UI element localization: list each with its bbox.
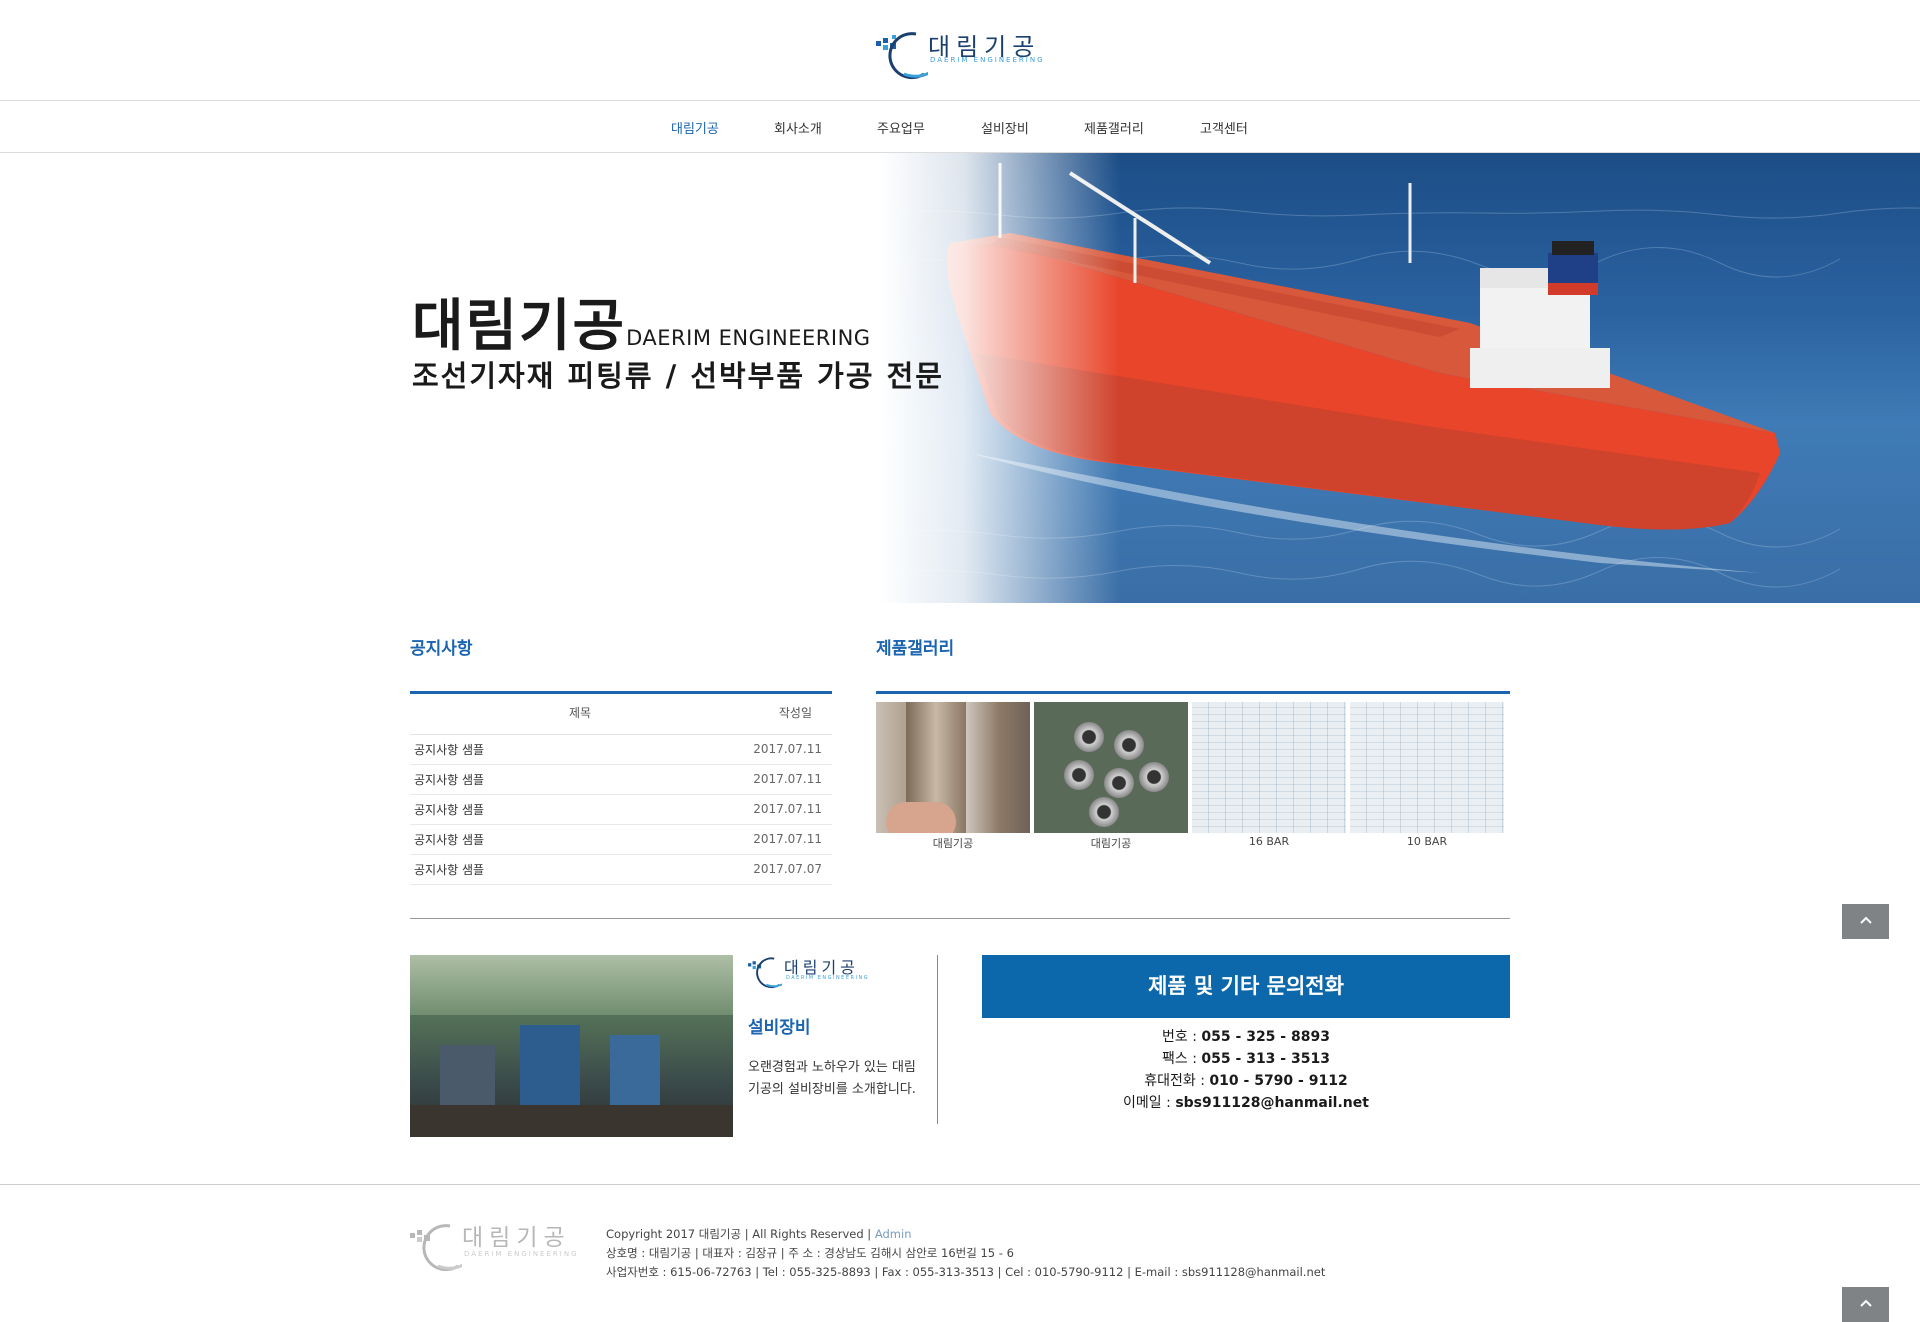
hero-subtitle: 조선기자재 피팅류 / 선박부품 가공 전문: [412, 359, 944, 393]
notice-row-date: 2017.07.11: [750, 794, 832, 825]
footer-copyright-line: Copyright 2017 대림기공 | All Rights Reserve…: [606, 1225, 1325, 1244]
gallery-item[interactable]: 대림기공: [876, 702, 1030, 851]
section-divider: [410, 918, 1510, 919]
contact-label: 이메일 :: [1123, 1095, 1176, 1111]
notice-row-date: 2017.07.07: [750, 854, 832, 885]
facility-logo-subtext: DAERIM ENGINEERING: [786, 975, 870, 981]
logo-mark-icon: [748, 957, 782, 989]
notice-row-date: 2017.07.11: [750, 824, 832, 855]
notice-title[interactable]: 공지사항: [410, 634, 473, 659]
table-row[interactable]: 공지사항 샘플 2017.07.07: [410, 854, 832, 885]
gallery-caption: 대림기공: [932, 837, 974, 850]
contact-info: 번호 : 055 - 325 - 8893 팩스 : 055 - 313 - 3…: [982, 1026, 1510, 1114]
contact-value: 055 - 313 - 3513: [1201, 1051, 1330, 1067]
main-nav: 대림기공 회사소개 주요업무 설비장비 제품갤러리 고객센터: [0, 101, 1920, 153]
gallery-item[interactable]: 16 BAR: [1192, 702, 1346, 848]
footer-copyright: Copyright 2017 대림기공 | All Rights Reserve…: [606, 1227, 875, 1241]
notice-col-title: 제목: [410, 692, 750, 735]
contact-phone: 번호 : 055 - 325 - 8893: [982, 1026, 1510, 1048]
notice-row-title[interactable]: 공지사항 샘플: [410, 824, 750, 855]
contact-value[interactable]: sbs911128@hanmail.net: [1175, 1095, 1369, 1111]
table-row[interactable]: 공지사항 샘플 2017.07.11: [410, 794, 832, 825]
logo-mark-icon: [410, 1224, 462, 1272]
gallery-image[interactable]: [1350, 702, 1504, 833]
gallery-caption: 대림기공: [1090, 837, 1132, 850]
gallery-caption: 10 BAR: [1406, 835, 1448, 848]
nav-item-support[interactable]: 고객센터: [1200, 118, 1248, 137]
nav-item-company[interactable]: 회사소개: [774, 118, 822, 137]
chevron-up-icon: [1859, 916, 1872, 924]
gallery-image[interactable]: [1192, 702, 1346, 833]
nav-item-equipment[interactable]: 설비장비: [981, 118, 1029, 137]
gallery-title[interactable]: 제품갤러리: [876, 634, 954, 659]
scroll-top-button[interactable]: [1842, 904, 1889, 939]
notice-row-title[interactable]: 공지사항 샘플: [410, 854, 750, 885]
facility-description: 오랜경험과 노하우가 있는 대림기공의 설비장비를 소개합니다.: [748, 1060, 916, 1097]
contact-label: 번호 :: [1162, 1029, 1202, 1045]
footer-divider: [0, 1184, 1920, 1185]
notice-row-title[interactable]: 공지사항 샘플: [410, 764, 750, 795]
gallery-image[interactable]: [1034, 702, 1188, 833]
notice-row-date: 2017.07.11: [750, 734, 832, 765]
gallery-item[interactable]: 대림기공: [1034, 702, 1188, 851]
notice-row-date: 2017.07.11: [750, 764, 832, 795]
contact-fax: 팩스 : 055 - 313 - 3513: [982, 1048, 1510, 1070]
table-row[interactable]: 공지사항 샘플 2017.07.11: [410, 734, 832, 765]
nav-item-gallery[interactable]: 제품갤러리: [1084, 118, 1144, 137]
site-header: 대림기공 DAERIM ENGINEERING: [0, 0, 1920, 101]
chevron-up-icon: [1859, 1299, 1872, 1307]
nav-item-business[interactable]: 주요업무: [877, 118, 925, 137]
contact-value: 055 - 325 - 8893: [1201, 1029, 1330, 1045]
footer-logo: 대림기공 DAERIM ENGINEERING: [410, 1222, 580, 1278]
contact-label: 팩스 :: [1162, 1051, 1202, 1067]
table-row[interactable]: 공지사항 샘플 2017.07.11: [410, 824, 832, 855]
gallery-item[interactable]: 10 BAR: [1350, 702, 1504, 848]
nav-item-daerim[interactable]: 대림기공: [671, 118, 719, 137]
facility-logo: 대림기공 DAERIM ENGINEERING: [748, 956, 878, 990]
facility-photo[interactable]: [410, 955, 733, 1137]
gallery-title-bar: [876, 691, 1510, 694]
hero-banner: 대림기공DAERIM ENGINEERING 조선기자재 피팅류 / 선박부품 …: [0, 153, 1920, 603]
hero-title-ko: 대림기공: [412, 294, 627, 359]
gallery-caption: 16 BAR: [1248, 835, 1290, 848]
facility-title[interactable]: 설비장비: [748, 1013, 811, 1038]
contact-email: 이메일 : sbs911128@hanmail.net: [982, 1092, 1510, 1114]
footer-logo-text: 대림기공: [462, 1225, 571, 1251]
notice-row-title[interactable]: 공지사항 샘플: [410, 734, 750, 765]
hero-title: 대림기공DAERIM ENGINEERING: [412, 281, 871, 362]
logo-subtext: DAERIM ENGINEERING: [930, 56, 1045, 64]
footer-info: Copyright 2017 대림기공 | All Rights Reserve…: [606, 1225, 1325, 1282]
gallery-image[interactable]: [876, 702, 1030, 833]
contact-value: 010 - 5790 - 9112: [1209, 1073, 1348, 1089]
notice-table: 제목 작성일 공지사항 샘플 2017.07.11 공지사항 샘플 2017.0…: [410, 692, 832, 885]
hero-title-en: DAERIM ENGINEERING: [626, 326, 871, 350]
notice-row-title[interactable]: 공지사항 샘플: [410, 794, 750, 825]
logo-mark-icon: [876, 32, 928, 80]
contact-heading: 제품 및 기타 문의전화: [982, 955, 1510, 1018]
contact-label: 휴대전화 :: [1144, 1073, 1210, 1089]
admin-link[interactable]: Admin: [875, 1227, 912, 1241]
table-row[interactable]: 공지사항 샘플 2017.07.11: [410, 764, 832, 795]
notice-header-row: 제목 작성일: [410, 692, 832, 735]
site-logo[interactable]: 대림기공 DAERIM ENGINEERING: [876, 30, 1046, 86]
footer-contact-line: 사업자번호 : 615-06-72763 | Tel : 055-325-889…: [606, 1265, 1326, 1279]
vertical-divider: [937, 955, 938, 1124]
notice-col-date: 작성일: [750, 692, 832, 735]
scroll-top-button-bottom[interactable]: [1842, 1287, 1889, 1322]
contact-mobile: 휴대전화 : 010 - 5790 - 9112: [982, 1070, 1510, 1092]
notice-board: 제목 작성일 공지사항 샘플 2017.07.11 공지사항 샘플 2017.0…: [410, 692, 832, 885]
footer-logo-subtext: DAERIM ENGINEERING: [464, 1250, 579, 1258]
footer-company-line: 상호명 : 대림기공 | 대표자 : 김장규 | 주 소 : 경상남도 김해시 …: [606, 1246, 1014, 1260]
